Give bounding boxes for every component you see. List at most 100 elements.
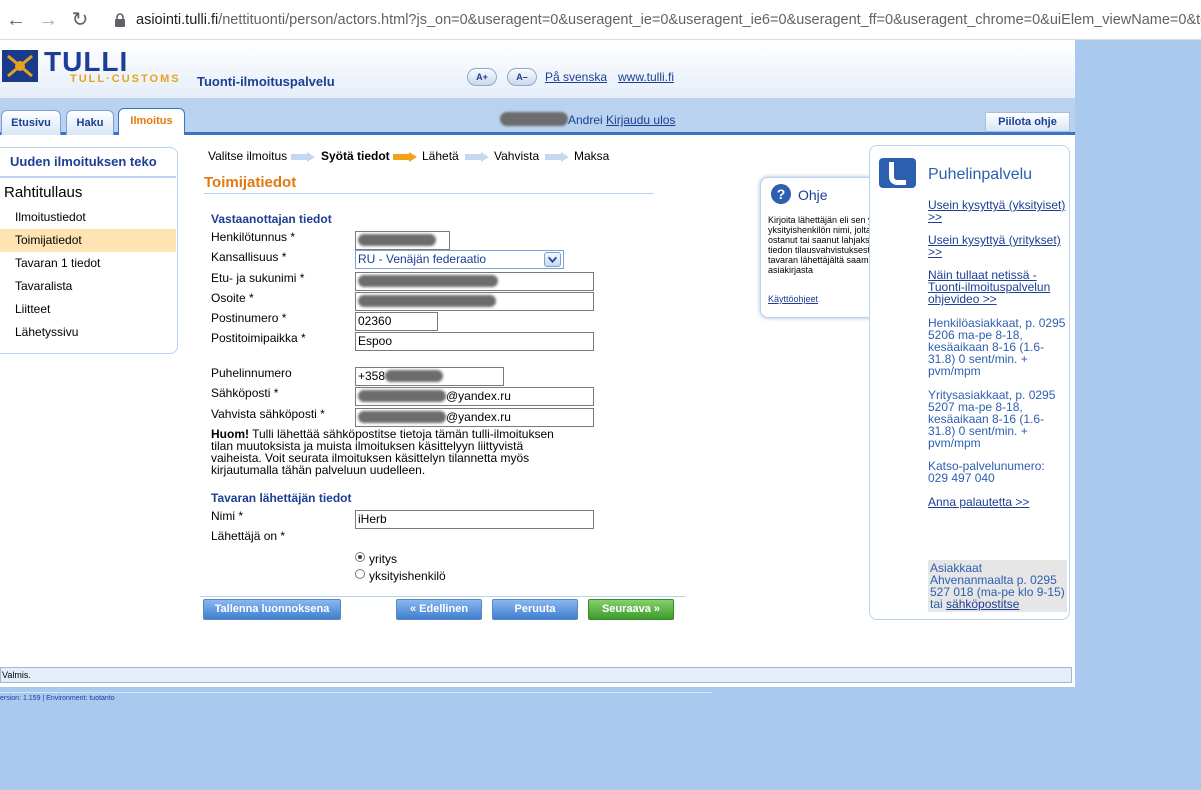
user-guide-link[interactable]: Käyttöohjeet <box>768 294 818 304</box>
tab-ilmoitus[interactable]: Ilmoitus <box>118 108 185 135</box>
redacted-value <box>358 275 498 287</box>
leftnav-item-ilmoitustiedot[interactable]: Ilmoitustiedot <box>0 206 176 229</box>
leftnav-item-tavaran-tiedot[interactable]: Tavaran 1 tiedot <box>0 252 176 275</box>
address-field[interactable] <box>355 292 594 311</box>
chevron-down-icon <box>544 252 561 267</box>
nationality-select[interactable]: RU - Venäjän federaatio <box>355 250 564 269</box>
swedish-language-link[interactable]: På svenska <box>545 70 607 84</box>
step-enter-data: Syötä tiedot <box>321 149 390 163</box>
email-notice: Huom! Tulli lähettää sähköpostitse tieto… <box>211 428 571 476</box>
notice-text: Tulli lähettää sähköpostitse tietoja täm… <box>211 427 554 477</box>
panel-title: Puhelinpalvelu <box>928 166 1033 183</box>
sender-name-label: Nimi * <box>211 509 243 523</box>
chevron-left-icon: « <box>409 603 420 615</box>
service-name: Tuonti-ilmoituspalvelu <box>197 74 335 89</box>
leftnav-item-tavaralista[interactable]: Tavaralista <box>0 275 176 298</box>
sender-type-private-label: yksityishenkilö <box>369 569 446 583</box>
postcode-label: Postinumero * <box>211 311 287 325</box>
help-title: Ohje <box>798 187 828 203</box>
ssn-field[interactable] <box>355 231 450 250</box>
phone-icon <box>879 158 916 188</box>
divider <box>0 692 712 693</box>
sender-name-field[interactable]: iHerb <box>355 510 594 529</box>
previous-label: Edellinen <box>419 603 469 615</box>
sender-section-title: Tavaran lähettäjän tiedot <box>211 491 352 505</box>
status-bar: Valmis. <box>0 667 1072 683</box>
lock-icon[interactable] <box>114 13 126 27</box>
sender-type-private-radio[interactable] <box>355 569 365 579</box>
email-confirm-field[interactable]: @yandex.ru <box>355 408 594 427</box>
user-name: Andrei <box>568 113 603 127</box>
previous-button[interactable]: « Edellinen <box>396 599 482 620</box>
next-label: Seuraava <box>601 603 651 615</box>
leftnav-item-lahetyssivu[interactable]: Lähetyssivu <box>0 321 176 344</box>
tab-etusivu[interactable]: Etusivu <box>1 110 61 135</box>
phone-field[interactable]: +358 <box>355 367 504 386</box>
name-label: Etu- ja sukunimi * <box>211 271 305 285</box>
step-arrow-icon <box>545 152 569 162</box>
aland-email-link[interactable]: sähköpostitse <box>946 597 1019 611</box>
faq-business-link[interactable]: Usein kysyttyä (yritykset) >> <box>928 234 1068 258</box>
leftnav-item-toimijatiedot[interactable]: Toimijatiedot <box>0 229 176 252</box>
page-title: Toimijatiedot <box>204 174 297 191</box>
tab-haku[interactable]: Haku <box>66 110 114 135</box>
city-field[interactable]: Espoo <box>355 332 594 351</box>
site-header: TULLI TULL·CUSTOMS Tuonti-ilmoituspalvel… <box>0 40 1075 98</box>
business-customers-info: Yritysasiakkaat, p. 0295 5207 ma-pe 8-18… <box>928 388 1056 450</box>
font-smaller-button[interactable]: A– <box>507 68 537 86</box>
redacted-value <box>358 295 496 307</box>
left-navigation: Uuden ilmoituksen teko Rahtitullaus Ilmo… <box>0 147 178 354</box>
step-arrow-icon <box>393 152 417 162</box>
redacted-value <box>358 411 446 423</box>
reload-icon[interactable]: ↻ <box>69 9 91 31</box>
aland-customers-info: Asiakkaat Ahvenanmaalta p. 0295 527 018 … <box>928 560 1067 612</box>
katso-service-number: Katso-palvelunumero: 029 497 040 <box>928 459 1045 485</box>
redacted-value <box>358 234 436 246</box>
city-label: Postitoimipaikka * <box>211 331 306 345</box>
page: TULLI TULL·CUSTOMS Tuonti-ilmoituspalvel… <box>0 40 1075 687</box>
sender-type-company-radio[interactable] <box>355 552 365 562</box>
redacted-surname <box>500 112 568 126</box>
email-domain: @yandex.ru <box>446 389 511 403</box>
step-pay: Maksa <box>574 149 610 163</box>
email-label: Sähköposti * <box>211 386 279 400</box>
faq-private-link[interactable]: Usein kysyttyä (yksityiset) >> <box>928 199 1068 223</box>
email-confirm-label: Vahvista sähköposti * <box>211 407 325 421</box>
video-link[interactable]: Näin tullaat netissä - Tuonti-ilmoituspa… <box>928 269 1068 305</box>
cancel-button[interactable]: Peruuta <box>492 599 578 620</box>
step-select: Valitse ilmoitus <box>208 149 288 163</box>
save-draft-button[interactable]: Tallenna luonnoksena <box>203 599 341 620</box>
email-confirm-domain: @yandex.ru <box>446 410 511 424</box>
step-arrow-icon <box>465 152 489 162</box>
postcode-field[interactable]: 02360 <box>355 312 438 331</box>
email-field[interactable]: @yandex.ru <box>355 387 594 406</box>
next-button[interactable]: Seuraava » <box>588 599 674 620</box>
logout-link[interactable]: Kirjaudu ulos <box>606 113 675 127</box>
logo-subtext: TULL·CUSTOMS <box>70 73 181 85</box>
phone-label: Puhelinnumero <box>211 366 292 380</box>
private-customers-info: Henkilöasiakkaat, p. 0295 5206 ma-pe 8-1… <box>928 316 1066 378</box>
feedback-link[interactable]: Anna palautetta >> <box>928 496 1068 508</box>
chevron-right-icon: » <box>650 603 661 615</box>
redacted-value <box>385 370 444 382</box>
redacted-value <box>358 390 446 402</box>
divider <box>204 193 654 194</box>
phone-service-panel: Puhelinpalvelu Usein kysyttyä (yksityise… <box>869 145 1070 620</box>
forward-arrow-icon[interactable]: → <box>37 9 59 31</box>
nationality-label: Kansallisuus * <box>211 250 287 264</box>
url-host: asiointi.tulli.fi <box>136 12 219 28</box>
sender-type-company-label: yritys <box>369 552 397 566</box>
user-info: Andrei Kirjaudu ulos <box>500 112 675 127</box>
version-info: ersion: 1.159 | Environment: tuotanto <box>0 695 115 702</box>
hide-help-button[interactable]: Piilota ohje <box>985 112 1070 132</box>
address-bar[interactable]: asiointi.tulli.fi/nettituonti/person/act… <box>136 12 1201 28</box>
leftnav-item-liitteet[interactable]: Liitteet <box>0 298 176 321</box>
step-confirm: Vahvista <box>494 149 540 163</box>
tulli-emblem-icon <box>2 50 38 82</box>
font-larger-button[interactable]: A+ <box>467 68 497 86</box>
question-icon: ? <box>771 184 791 204</box>
name-field[interactable] <box>355 272 594 291</box>
tulli-site-link[interactable]: www.tulli.fi <box>618 70 674 84</box>
receiver-section-title: Vastaanottajan tiedot <box>211 212 332 226</box>
back-arrow-icon[interactable]: ← <box>5 9 27 31</box>
